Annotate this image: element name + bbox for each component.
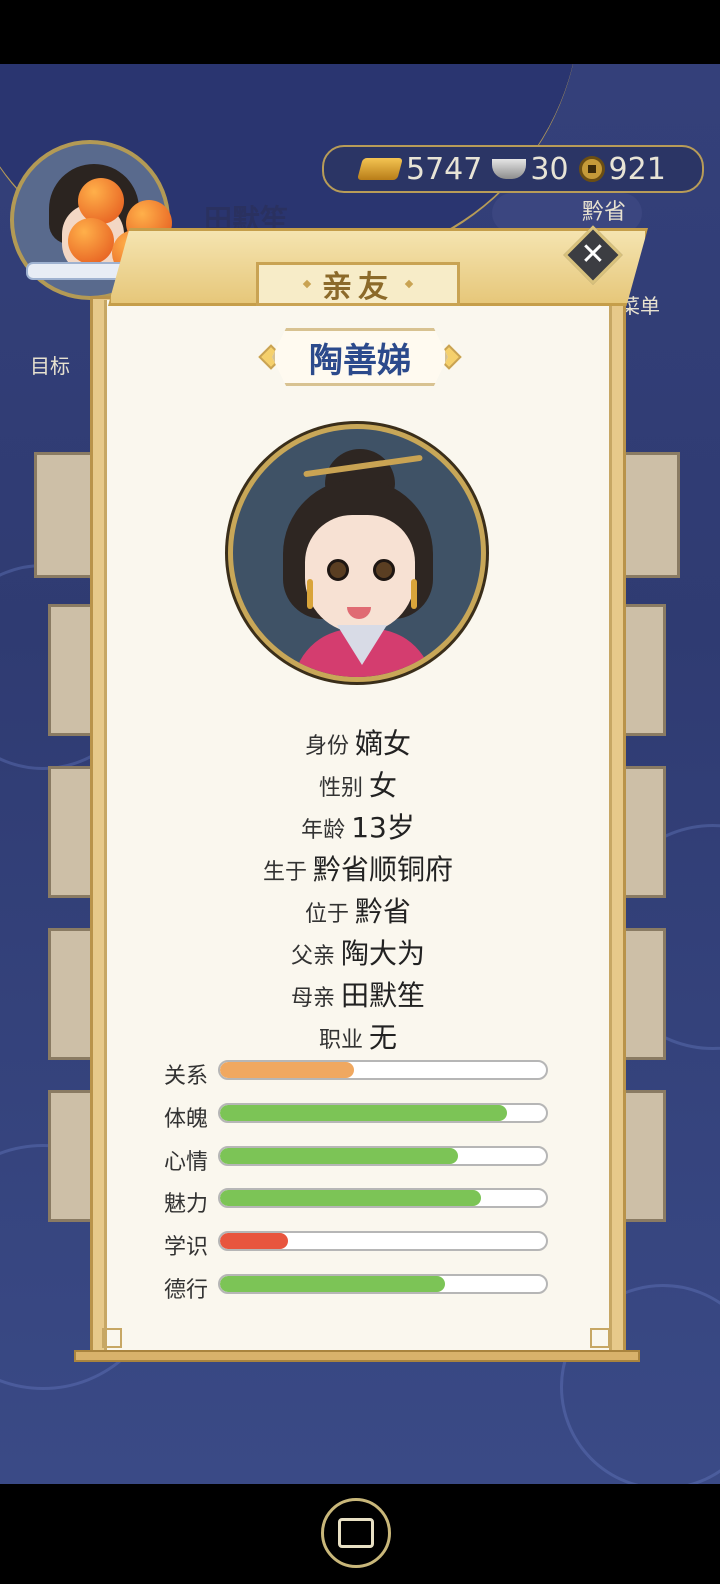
stat-bar-physique (218, 1103, 548, 1123)
stat-fill (220, 1190, 481, 1206)
stat-bar-relation (218, 1060, 548, 1080)
stat-fill (220, 1233, 289, 1249)
person-name: 陶善娣 (272, 328, 448, 386)
stat-fill (220, 1276, 445, 1292)
close-icon: ✕ (580, 237, 606, 272)
info-location: 位于 黔省 (304, 895, 412, 928)
info-occupation: 职业无 (318, 1021, 398, 1054)
target-button[interactable]: 目标 (30, 350, 70, 379)
stat-label-virtue: 德行 (164, 1278, 209, 1303)
stat-label-knowledge: 学识 (164, 1235, 209, 1260)
stat-label-mood: 心情 (164, 1150, 209, 1175)
status-bar (0, 0, 720, 64)
stat-bar-mood (218, 1146, 548, 1166)
person-portrait (228, 424, 486, 682)
info-identity: 身份 嫡女 (304, 727, 412, 760)
coin-icon (578, 156, 605, 182)
info-birthplace: 生于 黔省顺铜府 (262, 853, 454, 886)
info-father: 父亲 陶大为 (290, 937, 426, 970)
dialog-bottom-rod (74, 1350, 640, 1362)
share-button[interactable] (321, 1498, 391, 1568)
info-age: 年龄 13岁 (301, 811, 415, 844)
gold-amount: 5747 (406, 151, 483, 187)
stat-label-physique: 体魄 (164, 1107, 209, 1132)
coin-amount: 921 (608, 151, 666, 187)
silver-ingot-icon (492, 159, 527, 179)
currency-bar: 5747 30 921 (322, 145, 704, 193)
stat-fill (220, 1148, 458, 1164)
location-button[interactable]: 黔省 (492, 193, 642, 233)
stat-bar-knowledge (218, 1231, 548, 1251)
stat-fill (220, 1062, 354, 1078)
stat-label-relation: 关系 (164, 1064, 209, 1089)
info-mother: 母亲 田默笙 (290, 979, 426, 1012)
stat-label-charm: 魅力 (164, 1192, 209, 1217)
corner-ornament (102, 1328, 122, 1348)
share-icon (338, 1518, 374, 1548)
stat-fill (220, 1105, 507, 1121)
stat-bar-virtue (218, 1274, 548, 1294)
stat-bar-charm (218, 1188, 548, 1208)
corner-ornament (590, 1328, 610, 1348)
info-gender: 性别女 (318, 769, 398, 802)
dialog-title: 亲友 (256, 262, 460, 306)
gold-ingot-icon (357, 158, 403, 180)
silver-amount: 30 (530, 151, 569, 187)
